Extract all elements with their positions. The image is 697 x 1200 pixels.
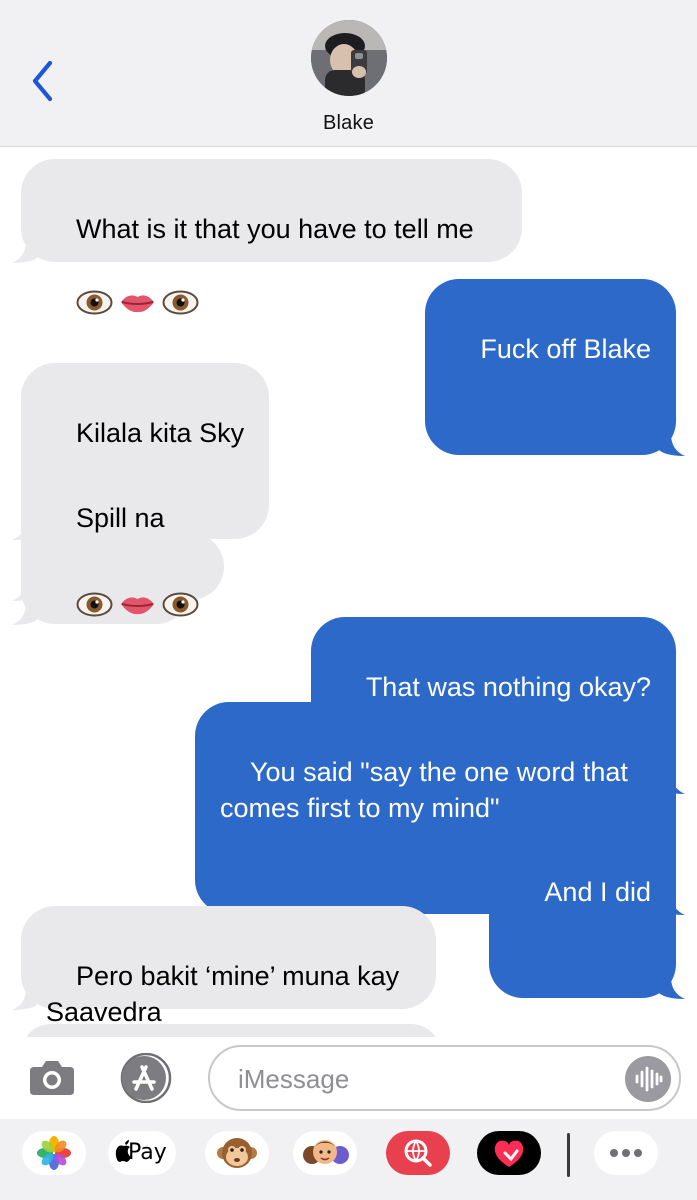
bubble-tail xyxy=(12,235,40,263)
web-search-icon xyxy=(404,1139,432,1167)
message-bubble-outgoing[interactable]: And I did xyxy=(489,822,685,999)
imessage-input[interactable] xyxy=(238,1059,618,1099)
camera-icon xyxy=(30,1061,74,1095)
app-store-button[interactable] xyxy=(117,1052,177,1104)
camera-button[interactable] xyxy=(28,1057,76,1097)
message-text: What is it that you have to tell me xyxy=(76,214,474,244)
conversation-header: Blake xyxy=(0,0,697,147)
drawer-separator xyxy=(567,1133,570,1177)
bubble-tail xyxy=(657,428,685,456)
memoji-app-button[interactable] xyxy=(293,1131,357,1175)
more-icon xyxy=(610,1149,642,1157)
more-apps-button[interactable] xyxy=(594,1131,658,1175)
bubble-tail xyxy=(12,573,40,601)
emoji-row xyxy=(76,289,199,316)
apple-pay-app-button[interactable]: Pay xyxy=(108,1131,176,1175)
message-bubble-incoming[interactable] xyxy=(12,533,225,617)
apple-pay-label: Pay xyxy=(128,1140,167,1165)
app-drawer: Pay xyxy=(0,1119,697,1200)
message-bubble-incoming[interactable]: What is it that you have to tell me xyxy=(12,159,522,315)
message-text: You said "say the one word that comes fi… xyxy=(220,757,636,823)
bubble-tail xyxy=(12,982,40,1010)
photos-icon xyxy=(37,1136,71,1170)
emoji-row xyxy=(76,591,199,618)
input-bar xyxy=(0,1037,697,1119)
bubble-tail xyxy=(657,971,685,999)
message-bubble-outgoing[interactable]: Fuck off Blake xyxy=(425,279,685,456)
web-search-app-button[interactable] xyxy=(386,1131,450,1175)
animoji-app-button[interactable] xyxy=(205,1131,269,1175)
back-button[interactable] xyxy=(28,58,62,104)
message-bubble-incoming[interactable]: Pero bakit ‘mine’ muna kay Saavedra xyxy=(12,906,436,1027)
digital-touch-app-button[interactable] xyxy=(477,1131,541,1175)
digital-touch-icon xyxy=(494,1140,524,1167)
monkey-emoji-icon xyxy=(217,1138,257,1168)
audio-message-button[interactable] xyxy=(625,1056,671,1102)
contact-name[interactable]: Blake xyxy=(0,112,697,135)
chevron-left-icon xyxy=(32,60,53,102)
bubble-tail xyxy=(12,597,40,625)
eye-emoji-icon xyxy=(76,290,113,315)
message-bubble-incoming-partial[interactable] xyxy=(21,1024,441,1037)
audio-waveform-icon xyxy=(635,1066,663,1092)
eye-emoji-icon xyxy=(76,592,113,617)
app-store-icon xyxy=(120,1052,172,1104)
message-text: Kilala kita Sky xyxy=(76,418,245,448)
imessage-field[interactable] xyxy=(208,1045,681,1111)
contact-avatar[interactable] xyxy=(311,20,387,96)
message-text: And I did xyxy=(544,877,651,907)
lips-emoji-icon xyxy=(121,295,155,313)
memoji-icon xyxy=(303,1140,349,1164)
eye-emoji-icon xyxy=(162,592,199,617)
lips-emoji-icon xyxy=(121,597,155,615)
eye-emoji-icon xyxy=(162,290,199,315)
message-text: Pero bakit ‘mine’ muna kay Saavedra xyxy=(46,961,407,1027)
photos-app-button[interactable] xyxy=(22,1131,86,1175)
message-text: Spill na xyxy=(76,503,165,533)
message-text: Fuck off Blake xyxy=(480,334,651,364)
message-thread[interactable]: What is it that you have to tell me Fuck… xyxy=(0,147,697,1037)
message-text: That was nothing okay? xyxy=(365,672,651,702)
